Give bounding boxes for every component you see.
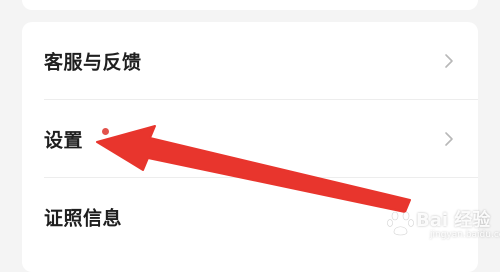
- watermark-subtext: jingyan.baidu.com: [430, 230, 500, 240]
- watermark-text: Bai 经验: [416, 210, 491, 231]
- chevron-right-icon: [445, 132, 453, 146]
- chevron-right-icon: [445, 54, 453, 68]
- menu-item-label: 证照信息: [44, 207, 123, 230]
- baidu-watermark: Bai 经验 jingyan.baidu.com: [382, 202, 500, 246]
- menu-item-customer-service[interactable]: 客服与反馈: [22, 22, 478, 100]
- previous-section-card: [22, 0, 478, 10]
- menu-item-label: 客服与反馈: [44, 51, 142, 74]
- menu-item-settings[interactable]: 设置: [22, 100, 478, 178]
- baidu-paw-logo: [387, 211, 414, 236]
- menu-item-label: 设置: [44, 129, 84, 152]
- notification-dot: [102, 128, 109, 135]
